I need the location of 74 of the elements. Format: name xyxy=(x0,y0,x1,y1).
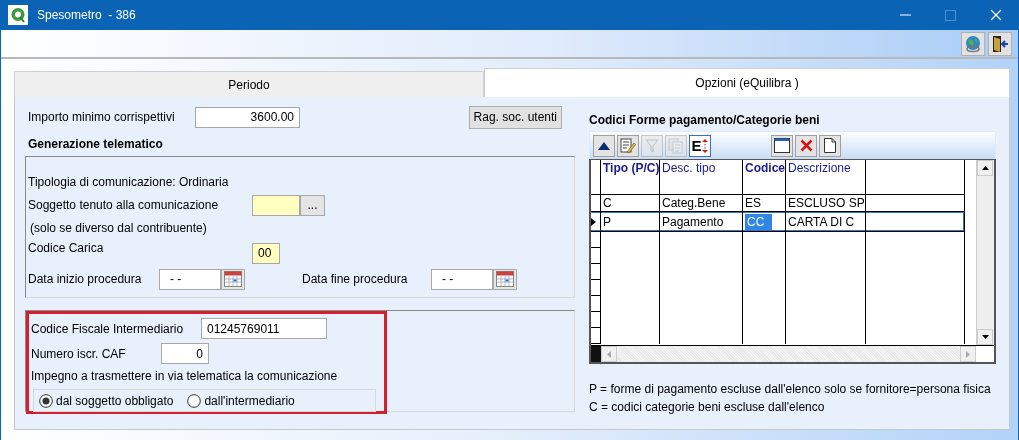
tab[interactable]: Opzioni (eQuilibra ) xyxy=(484,68,1010,97)
up-triangle-icon xyxy=(598,141,610,150)
app-logo-icon xyxy=(8,5,28,25)
row-header-corner xyxy=(591,346,601,362)
scroll-up-icon[interactable] xyxy=(981,166,989,170)
tab[interactable]: Periodo xyxy=(14,71,484,97)
globe-icon xyxy=(964,35,982,53)
table-cell: P xyxy=(601,212,660,232)
column-header[interactable]: Descrizione xyxy=(786,160,866,195)
code-field[interactable]: 00 xyxy=(252,242,280,264)
legend-text: P = forme di pagamento escluse dall'elenco solo se fornitore=persona fisica xyxy=(589,382,992,398)
funnel-icon xyxy=(645,138,659,153)
number-field[interactable]: 0 xyxy=(161,343,209,364)
exit-button[interactable] xyxy=(988,32,1012,56)
close-icon xyxy=(989,9,1002,21)
info-text: Tipologia di comunicazione: Ordinaria xyxy=(28,174,230,191)
pencil-icon xyxy=(620,137,636,154)
exit-door-icon xyxy=(991,35,1009,53)
window-icon xyxy=(774,138,790,153)
sort-button[interactable]: E xyxy=(689,134,711,157)
row-selector[interactable] xyxy=(591,212,601,232)
field-label: Data inizio procedura xyxy=(28,272,143,286)
radio-label: dal soggetto obbligato xyxy=(56,393,174,408)
section-title: Codici Forme pagamento/Categorie beni xyxy=(589,113,821,128)
scroll-down-icon[interactable] xyxy=(981,335,989,339)
copy-icon xyxy=(668,137,684,154)
field-label: Codice Fiscale Intermediario xyxy=(31,321,185,336)
input-field[interactable] xyxy=(252,194,300,216)
table-cell: ES xyxy=(743,195,786,212)
column-header[interactable]: Desc. tipo xyxy=(660,160,743,195)
browse-button[interactable]: ... xyxy=(300,194,325,216)
amount-field[interactable]: 3600.00 xyxy=(195,106,300,128)
table-cell: Pagamento xyxy=(660,212,743,232)
radio-button[interactable] xyxy=(39,393,53,408)
calendar-icon xyxy=(224,271,242,287)
rag-soc-button[interactable]: Rag. soc. utenti xyxy=(468,105,562,129)
field-label: Data fine procedura xyxy=(302,272,409,286)
row-pointer-icon xyxy=(591,217,596,226)
field-label: Codice Carica xyxy=(28,240,105,255)
table-cell: Categ.Bene xyxy=(660,195,743,212)
edit-button[interactable] xyxy=(617,134,639,157)
field-label: Soggetto tenuto alla comunicazione xyxy=(28,198,220,212)
field-label: Importo minimo corrispettivi xyxy=(28,110,176,124)
delete-button[interactable] xyxy=(795,134,817,157)
section-title: Generazione telematico xyxy=(28,137,164,151)
column-header[interactable]: Codice xyxy=(743,160,786,195)
date-field[interactable]: - - xyxy=(159,268,221,290)
info-text: Impegno a trasmettere in via telematica la comunicazione xyxy=(31,368,339,385)
legend-text: C = codici categorie beni escluse dall'elenco xyxy=(589,400,826,416)
delete-icon xyxy=(799,139,813,152)
date-field[interactable]: - - xyxy=(431,268,493,290)
tax-code-field[interactable]: 01245769011 xyxy=(201,318,327,339)
vertical-scrollbar[interactable] xyxy=(976,160,994,345)
document-icon xyxy=(824,138,836,153)
maximize-icon xyxy=(945,9,956,21)
calendar-icon xyxy=(496,271,514,287)
radio-label: dall'intermediario xyxy=(204,393,295,408)
field-label: Numero iscr. CAF xyxy=(31,346,127,361)
calendar-button[interactable] xyxy=(221,268,245,290)
sort-arrows-icon xyxy=(701,138,709,153)
window-title: Spesometro - 386 xyxy=(37,8,136,22)
row-selector[interactable] xyxy=(591,195,601,212)
radio-button[interactable] xyxy=(187,393,202,408)
table-cell: CARTA DI C xyxy=(786,212,866,232)
hint-text: (solo se diverso dal contribuente) xyxy=(29,220,208,237)
table-cell: ESCLUSO SP xyxy=(786,195,866,212)
window-button[interactable] xyxy=(771,134,793,157)
new-button[interactable] xyxy=(819,134,841,157)
minimize-icon xyxy=(899,14,912,16)
table-cell: CC xyxy=(743,212,786,232)
table-cell: C xyxy=(601,195,660,212)
column-header[interactable]: Tipo (P/C) xyxy=(601,160,660,195)
up-button[interactable] xyxy=(593,134,615,157)
calendar-button[interactable] xyxy=(493,268,517,290)
